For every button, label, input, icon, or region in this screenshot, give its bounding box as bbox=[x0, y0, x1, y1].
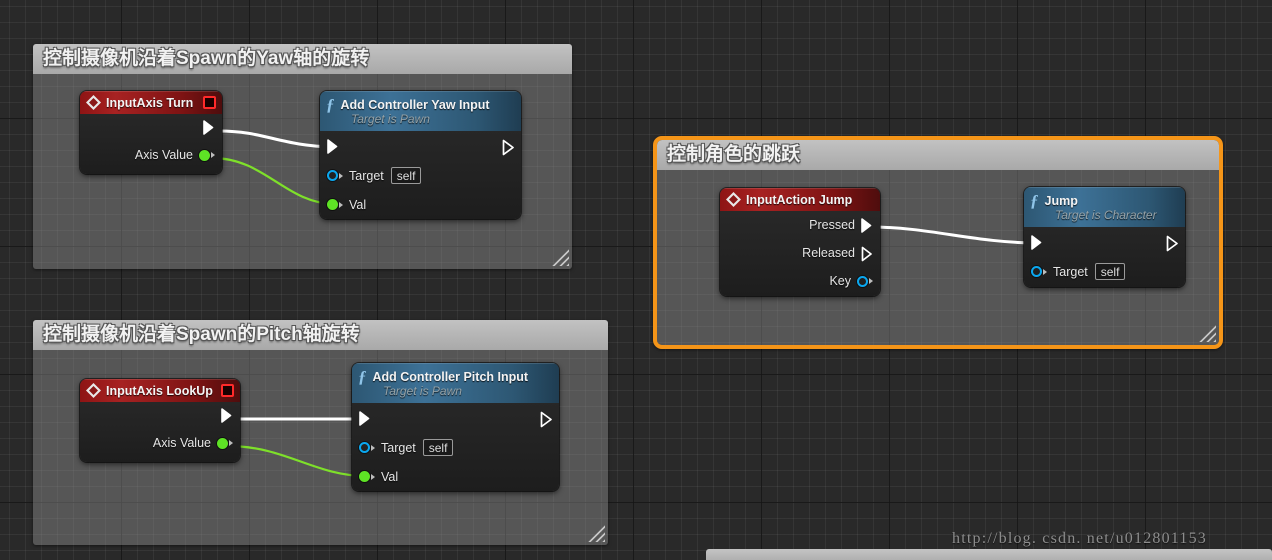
pin-label-target: Target bbox=[349, 168, 384, 183]
node-subtitle-add-controller-pitch-input: Target is Pawn bbox=[383, 384, 462, 398]
pin-label-val: Val bbox=[381, 469, 399, 484]
float-pin-icon bbox=[199, 149, 210, 161]
node-header-input-action-jump: InputAction Jump bbox=[720, 188, 880, 211]
node-body-input-axis-lookup: Axis Value bbox=[80, 402, 240, 457]
pin-label-target: Target bbox=[1053, 264, 1088, 279]
pin-target-jump[interactable]: Target self bbox=[1024, 257, 1185, 286]
pin-direction-icon bbox=[371, 473, 375, 480]
node-header-row: ƒ Add Controller Pitch Input bbox=[358, 368, 551, 385]
pin-key[interactable]: Key bbox=[720, 267, 880, 295]
node-title-input-action-jump: InputAction Jump bbox=[746, 192, 853, 207]
exec-pin-filled-icon bbox=[221, 408, 233, 423]
comment-title-jump: 控制角色的跳跃 bbox=[657, 140, 1219, 170]
pin-axis-value-turn[interactable]: Axis Value bbox=[80, 141, 222, 169]
pin-direction-icon bbox=[1043, 268, 1047, 275]
node-header-input-axis-lookup: InputAxis LookUp bbox=[80, 379, 240, 402]
node-body-input-action-jump: Pressed Released Key bbox=[720, 211, 880, 295]
function-f-icon: ƒ bbox=[1030, 191, 1039, 210]
target-self-value[interactable]: self bbox=[422, 439, 454, 456]
node-subtitle-jump: Target is Character bbox=[1055, 208, 1157, 222]
pin-released[interactable]: Released bbox=[720, 239, 880, 267]
pin-target-yaw[interactable]: Target self bbox=[320, 161, 521, 190]
pin-label-target: Target bbox=[381, 440, 416, 455]
event-diamond-icon bbox=[86, 383, 101, 398]
node-add-controller-pitch-input[interactable]: ƒ Add Controller Pitch Input Target is P… bbox=[352, 363, 559, 491]
node-input-axis-turn[interactable]: InputAxis Turn Axis Value bbox=[80, 91, 222, 174]
pin-label-key: Key bbox=[829, 274, 851, 288]
node-header-add-controller-yaw-input: ƒ Add Controller Yaw Input Target is Paw… bbox=[320, 91, 521, 131]
pin-exec-row-yaw[interactable] bbox=[320, 131, 521, 161]
pin-exec-row-pitch[interactable] bbox=[352, 403, 559, 433]
pin-label-pressed: Pressed bbox=[809, 218, 855, 232]
function-f-icon: ƒ bbox=[326, 95, 335, 114]
pin-val-pitch[interactable]: Val bbox=[352, 462, 559, 491]
node-header-add-controller-pitch-input: ƒ Add Controller Pitch Input Target is P… bbox=[352, 363, 559, 403]
node-header-input-axis-turn: InputAxis Turn bbox=[80, 91, 222, 114]
pin-target-pitch[interactable]: Target self bbox=[352, 433, 559, 462]
pin-direction-icon bbox=[339, 172, 343, 179]
function-f-icon: ƒ bbox=[358, 367, 367, 386]
pin-label-axis-value: Axis Value bbox=[134, 148, 193, 162]
exec-pin-filled-icon bbox=[327, 138, 339, 154]
object-pin-icon bbox=[359, 442, 370, 453]
node-body-jump: Target self bbox=[1024, 227, 1185, 286]
node-title-jump: Jump bbox=[1044, 193, 1078, 208]
struct-pin-icon bbox=[857, 275, 868, 287]
comment-box-partial[interactable] bbox=[706, 549, 1272, 560]
exec-pin-hollow-icon[interactable] bbox=[502, 139, 514, 155]
node-title-input-axis-turn: InputAxis Turn bbox=[106, 95, 194, 110]
pin-label-val: Val bbox=[349, 197, 367, 212]
pin-exec-out-lookup[interactable] bbox=[80, 402, 240, 429]
float-pin-icon bbox=[359, 471, 370, 482]
event-breakpoint-icon[interactable] bbox=[221, 384, 234, 397]
pin-direction-icon bbox=[229, 440, 233, 446]
node-add-controller-yaw-input[interactable]: ƒ Add Controller Yaw Input Target is Paw… bbox=[320, 91, 521, 219]
pin-pressed[interactable]: Pressed bbox=[720, 211, 880, 239]
node-body-add-controller-yaw-input: Target self Val bbox=[320, 131, 521, 219]
node-input-axis-lookup[interactable]: InputAxis LookUp Axis Value bbox=[80, 379, 240, 462]
float-pin-icon bbox=[327, 199, 338, 210]
exec-pin-hollow-icon bbox=[861, 246, 873, 261]
pin-axis-value-lookup[interactable]: Axis Value bbox=[80, 429, 240, 457]
event-breakpoint-icon[interactable] bbox=[203, 96, 216, 109]
pin-direction-icon bbox=[869, 278, 873, 284]
pin-val-yaw[interactable]: Val bbox=[320, 190, 521, 219]
pin-exec-row-jump[interactable] bbox=[1024, 227, 1185, 257]
node-header-row: ƒ Jump bbox=[1030, 192, 1177, 209]
comment-title-pitch: 控制摄像机沿着Spawn的Pitch轴旋转 bbox=[33, 320, 608, 350]
pin-label-released: Released bbox=[802, 246, 855, 260]
node-title-add-controller-yaw-input: Add Controller Yaw Input bbox=[340, 97, 490, 112]
node-title-input-axis-lookup: InputAxis LookUp bbox=[106, 383, 213, 398]
object-pin-icon bbox=[1031, 266, 1042, 277]
node-header-jump: ƒ Jump Target is Character bbox=[1024, 187, 1185, 227]
node-header-row: ƒ Add Controller Yaw Input bbox=[326, 96, 513, 113]
pin-exec-out-turn[interactable] bbox=[80, 114, 222, 141]
pin-direction-icon bbox=[211, 152, 215, 158]
exec-pin-hollow-icon[interactable] bbox=[1166, 235, 1178, 251]
comment-title-yaw: 控制摄像机沿着Spawn的Yaw轴的旋转 bbox=[33, 44, 572, 74]
float-pin-icon bbox=[217, 437, 228, 449]
node-jump[interactable]: ƒ Jump Target is Character Target self bbox=[1024, 187, 1185, 287]
node-title-add-controller-pitch-input: Add Controller Pitch Input bbox=[372, 369, 529, 384]
event-diamond-icon bbox=[86, 95, 101, 110]
node-subtitle-add-controller-yaw-input: Target is Pawn bbox=[351, 112, 430, 126]
exec-pin-filled-icon bbox=[861, 217, 873, 233]
pin-label-axis-value: Axis Value bbox=[152, 436, 211, 450]
exec-pin-hollow-icon[interactable] bbox=[540, 411, 552, 427]
exec-pin-filled-icon bbox=[359, 410, 371, 426]
object-pin-icon bbox=[327, 170, 338, 181]
target-self-value[interactable]: self bbox=[1094, 263, 1126, 280]
exec-pin-filled-icon bbox=[203, 120, 215, 135]
exec-pin-filled-icon bbox=[1031, 234, 1043, 250]
node-body-input-axis-turn: Axis Value bbox=[80, 114, 222, 169]
pin-direction-icon bbox=[371, 444, 375, 451]
watermark-text: http://blog. csdn. net/u012801153 bbox=[952, 530, 1207, 547]
node-input-action-jump[interactable]: InputAction Jump Pressed Released Key bbox=[720, 188, 880, 296]
node-body-add-controller-pitch-input: Target self Val bbox=[352, 403, 559, 491]
blueprint-canvas[interactable]: 控制摄像机沿着Spawn的Yaw轴的旋转 控制摄像机沿着Spawn的Pitch轴… bbox=[0, 0, 1272, 560]
pin-direction-icon bbox=[339, 201, 343, 208]
target-self-value[interactable]: self bbox=[390, 167, 422, 184]
event-diamond-icon bbox=[726, 192, 741, 207]
